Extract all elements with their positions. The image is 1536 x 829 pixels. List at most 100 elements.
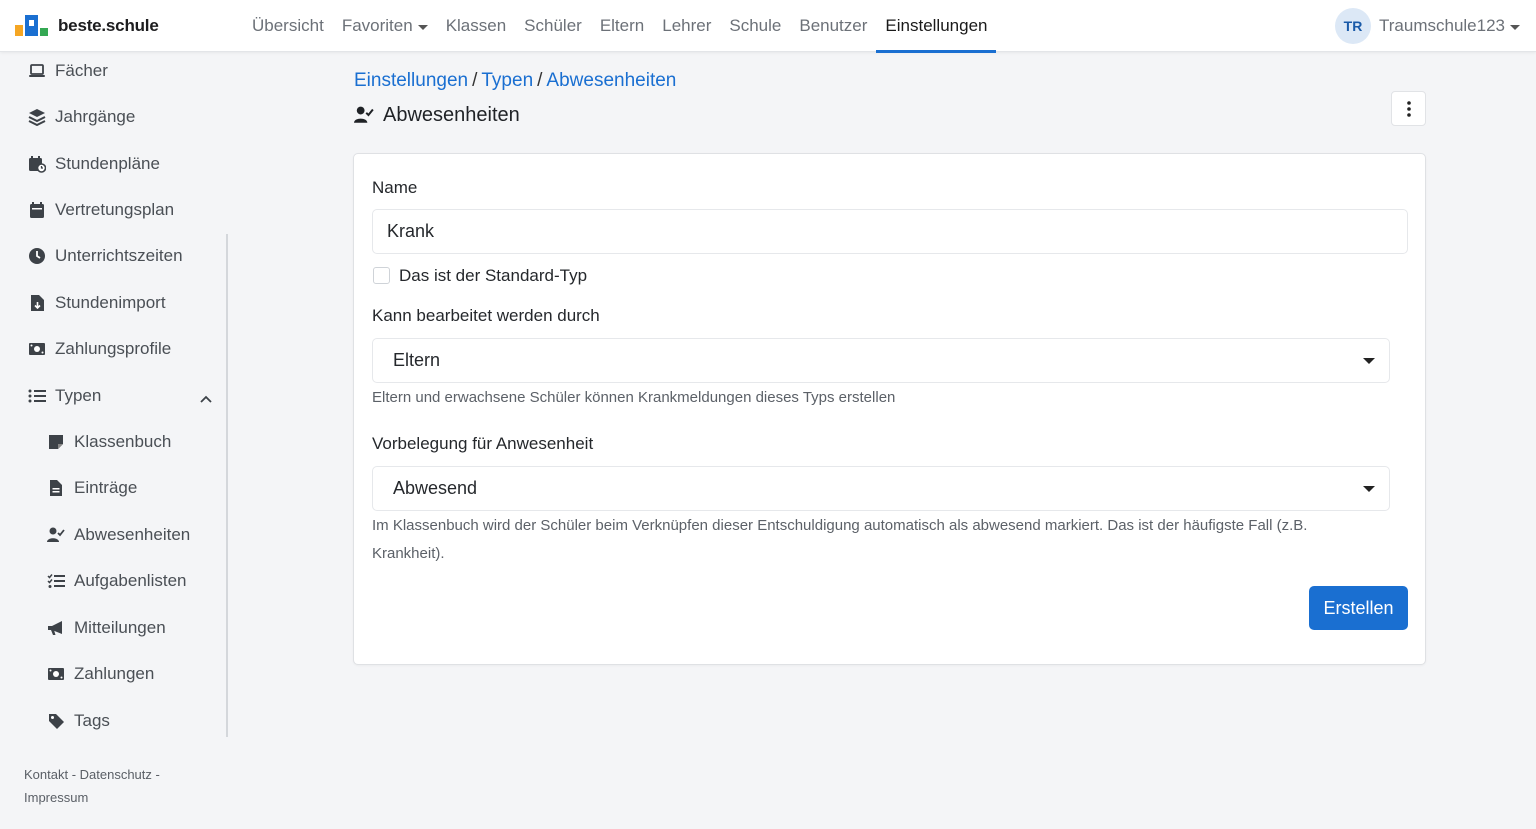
sidebar-item-label: Abwesenheiten <box>74 525 191 544</box>
kebab-icon <box>1406 100 1411 117</box>
caret-down-icon <box>417 24 428 30</box>
nav-label: Übersicht <box>252 16 324 35</box>
list-icon <box>28 387 46 405</box>
sidebar-item-unterrichtszeiten[interactable]: Unterrichtszeiten <box>28 244 183 268</box>
sidebar-item-aufgabenlisten[interactable]: Aufgabenlisten <box>47 569 186 593</box>
breadcrumb: Einstellungen / Typen / Abwesenheiten <box>354 70 676 92</box>
default-type-checkbox[interactable] <box>373 267 390 284</box>
form-card: Name Krank Das ist der Standard-Typ Kann… <box>353 153 1426 665</box>
presence-select[interactable]: Abwesend <box>372 466 1390 511</box>
nav-eltern[interactable]: Eltern <box>591 0 653 52</box>
footer-links[interactable]: Kontakt - Datenschutz - Impressum <box>24 763 204 809</box>
user-check-icon <box>354 106 374 123</box>
nav-schueler[interactable]: Schüler <box>515 0 591 52</box>
sidebar-item-faecher[interactable]: Fächer <box>28 59 108 83</box>
nav-label: Lehrer <box>662 16 712 35</box>
caret-down-icon <box>1363 358 1375 364</box>
nav-label: Einstellungen <box>885 16 988 35</box>
presence-hint: Im Klassenbuch wird der Schüler beim Ver… <box>372 517 1308 562</box>
name-input[interactable]: Krank <box>372 209 1408 254</box>
megaphone-icon <box>47 619 65 637</box>
caret-down-icon <box>1510 24 1520 30</box>
sidebar-item-label: Vertretungsplan <box>55 200 175 219</box>
money-icon <box>47 665 65 683</box>
nav-label: Schüler <box>524 16 582 35</box>
nav-lehrer[interactable]: Lehrer <box>653 0 720 52</box>
sidebar-item-jahrgaenge[interactable]: Jahrgänge <box>28 105 135 129</box>
breadcrumb-separator: / <box>472 70 478 91</box>
logo-icon <box>15 15 49 37</box>
name-label: Name <box>372 178 418 197</box>
top-navbar: beste.schule Übersicht Favoriten Klassen… <box>0 0 1536 53</box>
sidebar-item-klassenbuch[interactable]: Klassenbuch <box>47 430 171 454</box>
nav-schule[interactable]: Schule <box>720 0 790 52</box>
more-options-button[interactable] <box>1391 91 1426 126</box>
breadcrumb-abwesenheiten[interactable]: Abwesenheiten <box>546 70 676 91</box>
nav-einstellungen[interactable]: Einstellungen <box>876 0 997 53</box>
nav-label: Klassen <box>445 16 507 35</box>
sidebar-item-mitteilungen[interactable]: Mitteilungen <box>47 616 166 640</box>
money-icon <box>28 340 46 358</box>
editable-by-select[interactable]: Eltern <box>372 338 1390 383</box>
sidebar-item-label: Typen <box>55 386 102 405</box>
sidebar-item-label: Tags <box>74 711 110 730</box>
sidebar-item-label: Zahlungen <box>74 664 155 683</box>
presence-value: Abwesend <box>393 478 478 498</box>
note-icon <box>47 433 65 451</box>
sidebar-item-label: Stundenpläne <box>55 154 160 173</box>
page-title-text: Abwesenheiten <box>383 103 520 126</box>
sidebar-rail <box>226 234 228 737</box>
user-name: Traumschule123 <box>1379 16 1505 35</box>
editable-by-label: Kann bearbeitet werden durch <box>372 306 600 325</box>
tag-icon <box>47 712 65 730</box>
caret-down-icon <box>1363 486 1375 492</box>
layers-icon <box>28 108 46 126</box>
sidebar-item-zahlungsprofile[interactable]: Zahlungsprofile <box>28 337 171 361</box>
sidebar-item-zahlungen[interactable]: Zahlungen <box>47 662 154 686</box>
main-nav: Übersicht Favoriten Klassen Schüler Elte… <box>243 0 997 53</box>
page-title: Abwesenheiten <box>354 102 520 128</box>
sidebar-item-label: Mitteilungen <box>74 618 166 637</box>
file-import-icon <box>28 294 46 312</box>
nav-favoriten[interactable]: Favoriten <box>333 0 437 52</box>
brand[interactable]: beste.schule <box>15 14 159 38</box>
user-check-icon <box>47 526 65 544</box>
sidebar-item-label: Einträge <box>74 478 138 497</box>
nav-uebersicht[interactable]: Übersicht <box>243 0 333 52</box>
clock-icon <box>28 247 46 265</box>
user-menu[interactable]: TR Traumschule123 <box>1335 8 1520 44</box>
sidebar-item-vertretungsplan[interactable]: Vertretungsplan <box>28 198 174 222</box>
avatar: TR <box>1335 8 1371 44</box>
sidebar-item-abwesenheiten[interactable]: Abwesenheiten <box>47 523 190 547</box>
sidebar-item-label: Fächer <box>55 61 108 80</box>
sidebar-item-label: Stundenimport <box>55 293 166 312</box>
sidebar-item-label: Aufgabenlisten <box>74 571 187 590</box>
breadcrumb-einstellungen[interactable]: Einstellungen <box>354 70 468 91</box>
nav-klassen[interactable]: Klassen <box>437 0 515 52</box>
editable-by-value: Eltern <box>393 350 441 370</box>
calendar-icon <box>28 201 46 219</box>
sidebar-item-eintraege[interactable]: Einträge <box>47 476 137 500</box>
sidebar: Fächer Jahrgänge Stundenpläne Vertretung… <box>0 52 240 829</box>
sidebar-item-tags[interactable]: Tags <box>47 709 110 733</box>
create-button[interactable]: Erstellen <box>1309 586 1408 630</box>
nav-benutzer[interactable]: Benutzer <box>790 0 876 52</box>
breadcrumb-typen[interactable]: Typen <box>481 70 533 91</box>
brand-name: beste.schule <box>58 16 159 35</box>
sidebar-item-typen[interactable]: Typen <box>28 384 101 408</box>
sidebar-item-label: Unterrichtszeiten <box>55 246 183 265</box>
checklist-icon <box>47 572 65 590</box>
nav-label: Eltern <box>599 16 645 35</box>
laptop-icon <box>28 62 46 80</box>
nav-label: Favoriten <box>341 16 413 35</box>
nav-label: Schule <box>729 16 782 35</box>
nav-label: Benutzer <box>799 16 868 35</box>
chevron-up-icon[interactable] <box>199 392 213 406</box>
sidebar-item-stundenimport[interactable]: Stundenimport <box>28 291 166 315</box>
default-type-label[interactable]: Das ist der Standard-Typ <box>399 266 587 286</box>
sidebar-item-stundenplaene[interactable]: Stundenpläne <box>28 152 160 176</box>
editable-by-hint: Eltern und erwachsene Schüler können Kra… <box>372 389 896 406</box>
sidebar-item-label: Zahlungsprofile <box>55 339 172 358</box>
breadcrumb-separator: / <box>537 70 543 91</box>
sidebar-item-label: Jahrgänge <box>55 107 136 126</box>
